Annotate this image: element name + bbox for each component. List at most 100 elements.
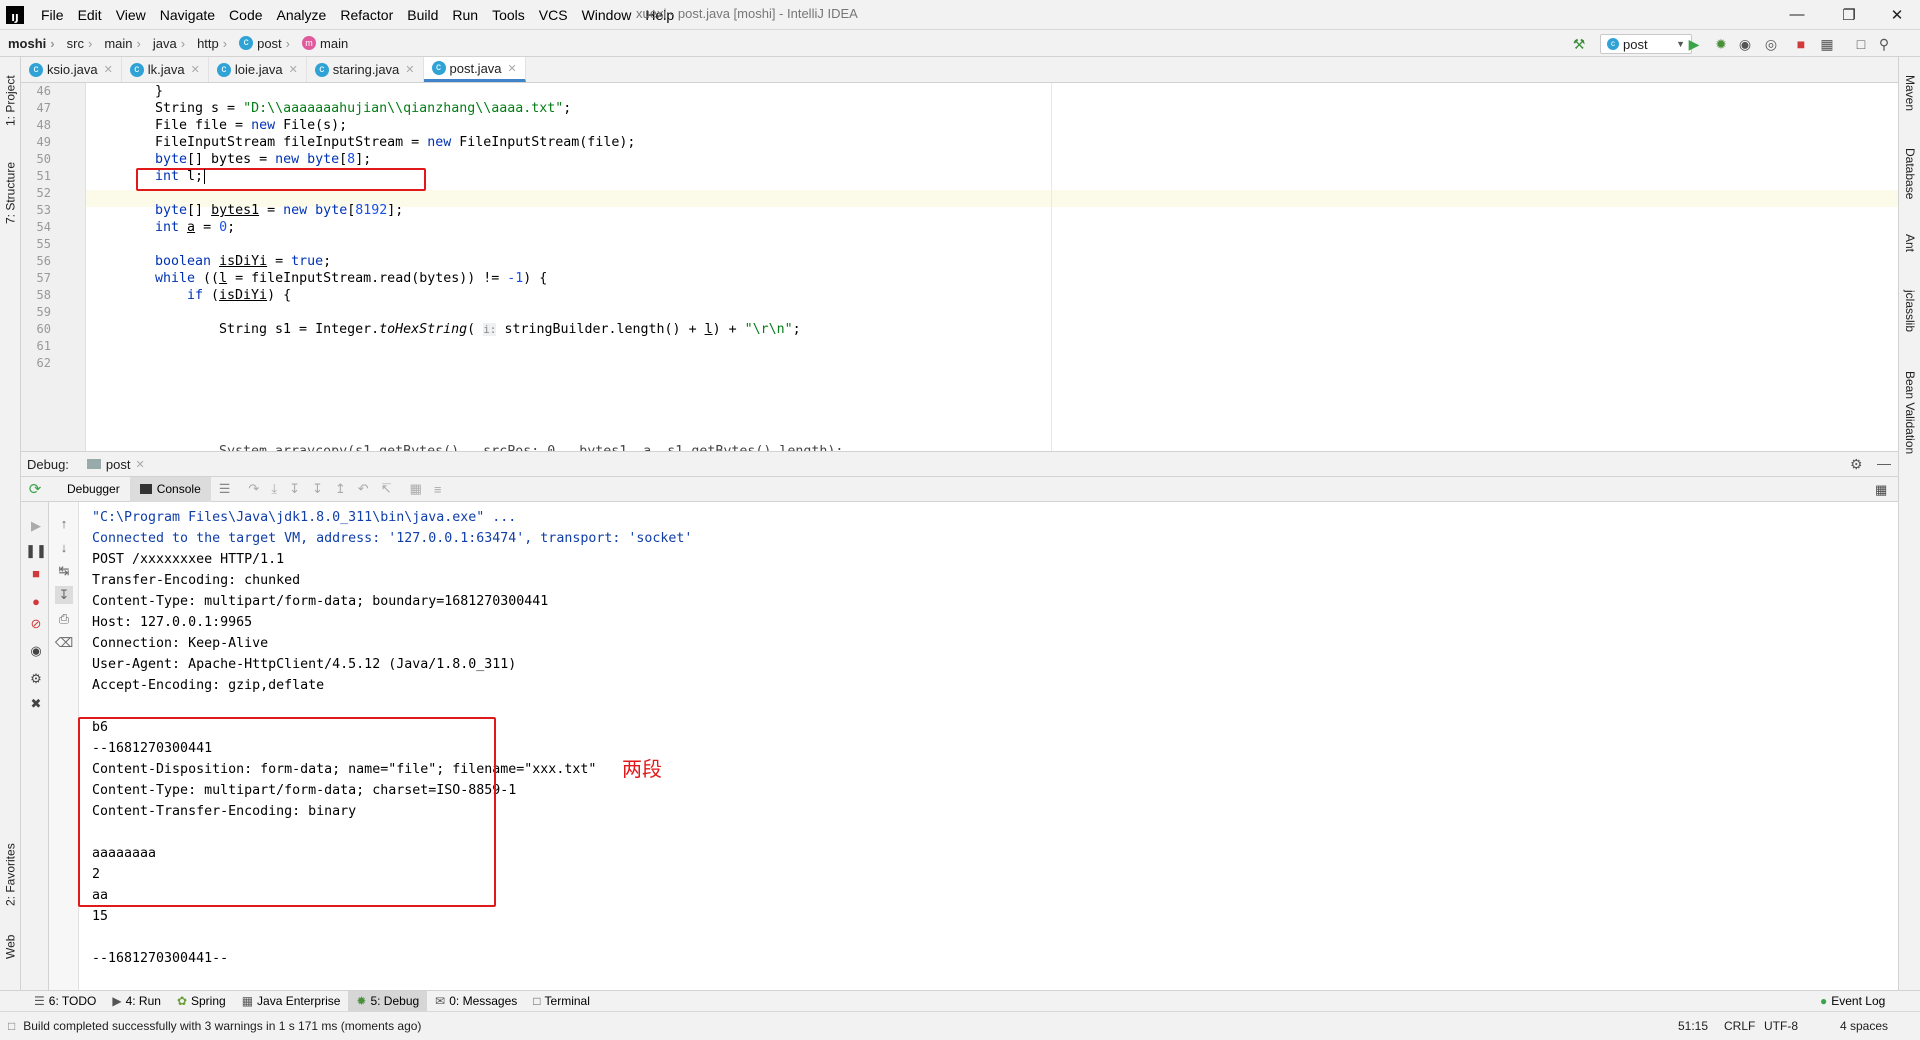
tab-loie-java[interactable]: c loie.java ✕ bbox=[209, 57, 307, 82]
close-tab-icon[interactable]: ✕ bbox=[191, 63, 200, 76]
tab-console[interactable]: Console bbox=[129, 476, 211, 502]
tool-spring[interactable]: ✿ Spring bbox=[169, 991, 234, 1012]
tool-java-enterprise[interactable]: ▦ Java Enterprise bbox=[234, 991, 349, 1012]
run-configuration-select[interactable]: c post ▼ bbox=[1600, 34, 1692, 54]
tab-web[interactable]: Web bbox=[0, 927, 21, 967]
tool-run[interactable]: ▶ 4: Run bbox=[104, 991, 169, 1012]
tab-structure[interactable]: 7: Structure bbox=[0, 153, 21, 233]
hide-panel-icon[interactable]: — bbox=[1877, 455, 1891, 471]
pin-icon[interactable]: ✖ bbox=[27, 695, 45, 713]
menu-analyze[interactable]: Analyze bbox=[270, 7, 334, 23]
menu-vcs[interactable]: VCS bbox=[532, 7, 575, 23]
force-step-into-icon[interactable]: ↧ bbox=[312, 481, 323, 497]
profile-icon[interactable]: ◎ bbox=[1762, 35, 1780, 53]
search-everywhere-icon[interactable]: ⚲ bbox=[1875, 35, 1893, 53]
tab-post-java[interactable]: c post.java ✕ bbox=[423, 57, 526, 82]
tab-jclasslib[interactable]: jclasslib bbox=[1899, 277, 1920, 345]
debug-settings-icon[interactable]: ⚙ bbox=[27, 670, 45, 688]
stop-debug-icon[interactable]: ■ bbox=[27, 564, 45, 582]
tool-messages[interactable]: ✉ 0: Messages bbox=[427, 991, 525, 1012]
close-session-icon[interactable]: ✕ bbox=[136, 458, 145, 471]
tool-event-log[interactable]: ● Event Log bbox=[1812, 991, 1893, 1012]
breadcrumb-class-post[interactable]: c post › bbox=[231, 36, 294, 51]
line-separator[interactable]: CRLF bbox=[1724, 1019, 1755, 1033]
tab-debugger[interactable]: Debugger bbox=[57, 477, 130, 502]
rerun-icon[interactable]: ⟳ bbox=[21, 477, 49, 502]
close-tab-icon[interactable]: ✕ bbox=[508, 62, 517, 75]
breadcrumb-project[interactable]: moshi › bbox=[0, 36, 59, 51]
close-tab-icon[interactable]: ✕ bbox=[104, 63, 113, 76]
coverage-icon[interactable]: ◉ bbox=[1736, 35, 1754, 53]
debug-bug-icon[interactable]: ✹ bbox=[1712, 35, 1730, 53]
settings-gear-icon[interactable]: ⚙ bbox=[1850, 456, 1863, 473]
scroll-down-icon[interactable]: ↓ bbox=[55, 538, 73, 556]
breadcrumb-src[interactable]: src › bbox=[59, 36, 97, 51]
maximize-button[interactable]: ❐ bbox=[1826, 0, 1872, 29]
show-execution-point-icon[interactable]: ↷ bbox=[248, 481, 259, 497]
breadcrumb-main[interactable]: main › bbox=[96, 36, 145, 51]
menu-view[interactable]: View bbox=[109, 7, 153, 23]
resume-icon[interactable]: ▶ bbox=[27, 517, 45, 535]
run-icon[interactable]: ▶ bbox=[1685, 35, 1703, 53]
menu-edit[interactable]: Edit bbox=[71, 7, 109, 23]
menu-tools[interactable]: Tools bbox=[485, 7, 532, 23]
breadcrumb-method-main[interactable]: m main bbox=[294, 36, 352, 51]
restore-layout-icon[interactable]: ▦ bbox=[1875, 482, 1887, 498]
stop-icon[interactable]: ■ bbox=[1792, 35, 1810, 53]
menu-code[interactable]: Code bbox=[222, 7, 269, 23]
menu-refactor[interactable]: Refactor bbox=[333, 7, 400, 23]
clear-all-icon[interactable]: ⌫ bbox=[55, 634, 73, 652]
close-tab-icon[interactable]: ✕ bbox=[405, 63, 414, 76]
menu-build[interactable]: Build bbox=[400, 7, 445, 23]
menu-navigate[interactable]: Navigate bbox=[153, 7, 222, 23]
evaluate-expression-icon[interactable]: ▦ bbox=[410, 481, 422, 497]
frames-menu-icon[interactable]: ☰ bbox=[219, 481, 231, 497]
tab-favorites[interactable]: 2: Favorites bbox=[0, 837, 21, 913]
print-icon[interactable]: ⎙ bbox=[55, 610, 73, 628]
status-toggle-icon[interactable]: □ bbox=[8, 1019, 15, 1033]
step-out-icon[interactable]: ↥ bbox=[335, 481, 346, 497]
debug-session-tab[interactable]: post ✕ bbox=[86, 457, 145, 472]
minimize-button[interactable]: — bbox=[1774, 0, 1820, 29]
close-tab-icon[interactable]: ✕ bbox=[289, 63, 298, 76]
tab-database[interactable]: Database bbox=[1899, 137, 1920, 211]
breadcrumb-http[interactable]: http › bbox=[189, 36, 231, 51]
tab-bean-validation[interactable]: Bean Validation bbox=[1899, 357, 1920, 469]
scroll-up-icon[interactable]: ↑ bbox=[55, 514, 73, 532]
view-breakpoints-icon[interactable]: ● bbox=[27, 592, 45, 610]
menu-window[interactable]: Window bbox=[575, 7, 639, 23]
build-hammer-icon[interactable]: ⚒ bbox=[1570, 35, 1588, 53]
indent-setting[interactable]: 4 spaces bbox=[1840, 1019, 1888, 1033]
mute-breakpoints-icon[interactable]: ⊘ bbox=[27, 615, 45, 633]
soft-wrap-icon[interactable]: ↹ bbox=[55, 562, 73, 580]
tab-project[interactable]: 1: Project bbox=[0, 65, 21, 137]
caret-position[interactable]: 51:15 bbox=[1678, 1019, 1708, 1033]
code-line-53: byte[] bytes1 = new byte[8192]; bbox=[155, 203, 404, 218]
step-into-icon[interactable]: ↧ bbox=[289, 481, 300, 497]
tab-lk-java[interactable]: c lk.java ✕ bbox=[122, 57, 209, 82]
step-over-icon[interactable]: ⤓ bbox=[271, 481, 277, 497]
tab-staring-java[interactable]: c staring.java ✕ bbox=[307, 57, 424, 82]
java-class-icon: c bbox=[216, 62, 231, 77]
code-editor[interactable]: 46 47 48 49 50 51 52 53 54 55 56 57 58 5… bbox=[21, 83, 1898, 452]
layout-icon[interactable]: □ bbox=[1852, 35, 1870, 53]
close-window-button[interactable]: ✕ bbox=[1874, 0, 1920, 29]
tool-todo[interactable]: ☰ 6: TODO bbox=[26, 991, 104, 1012]
tool-terminal[interactable]: □ Terminal bbox=[525, 991, 598, 1012]
tab-ksio-java[interactable]: c ksio.java ✕ bbox=[21, 57, 122, 82]
trace-icon[interactable]: ≡ bbox=[434, 482, 442, 497]
breadcrumb-java[interactable]: java › bbox=[145, 36, 189, 51]
camera-icon[interactable]: ◉ bbox=[27, 642, 45, 660]
run-to-cursor-icon[interactable]: ↸ bbox=[381, 481, 392, 497]
tool-debug[interactable]: ✹ 5: Debug bbox=[348, 990, 428, 1012]
pause-icon[interactable]: ❚❚ bbox=[25, 542, 47, 560]
scroll-to-end-icon[interactable]: ↧ bbox=[55, 586, 73, 604]
menu-run[interactable]: Run bbox=[445, 7, 485, 23]
project-structure-icon[interactable]: ▦ bbox=[1818, 35, 1836, 53]
tab-maven[interactable]: Maven bbox=[1899, 63, 1920, 123]
drop-frame-icon[interactable]: ↶ bbox=[358, 481, 369, 497]
menu-file[interactable]: File bbox=[34, 7, 71, 23]
status-message[interactable]: Build completed successfully with 3 warn… bbox=[23, 1019, 421, 1033]
tab-ant[interactable]: Ant bbox=[1899, 223, 1920, 263]
file-encoding[interactable]: UTF-8 bbox=[1764, 1019, 1798, 1033]
